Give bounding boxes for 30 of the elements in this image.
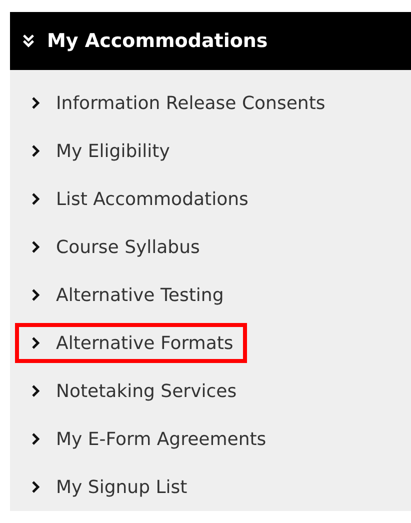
menu-item[interactable]: Alternative Formats [15,323,248,363]
chevron-icon [31,192,41,206]
menu-item-label: My E-Form Agreements [56,428,266,450]
chevron-icon [31,432,41,446]
chevron-icon [31,288,41,302]
menu-item-label: Course Syllabus [56,236,200,258]
menu-item-label: My Signup List [56,476,188,498]
menu-item[interactable]: My Signup List [15,467,202,507]
panel-header[interactable]: My Accommodations [10,12,411,70]
menu-item[interactable]: My Eligibility [15,131,184,171]
chevron-icon [31,240,41,254]
chevron-icon [31,336,41,350]
menu-item-label: My Eligibility [56,140,170,162]
chevron-icon [31,144,41,158]
menu-item[interactable]: Alternative Testing [15,275,238,315]
panel-title: My Accommodations [47,30,268,52]
menu-item-label: Information Release Consents [56,92,326,114]
menu-item-label: List Accommodations [56,188,248,210]
menu-item[interactable]: Notetaking Services [15,371,251,411]
menu-item[interactable]: Course Syllabus [15,227,214,267]
collapse-icon [22,33,35,49]
menu-item[interactable]: List Accommodations [15,179,262,219]
menu-item-label: Alternative Testing [56,284,224,306]
menu-item[interactable]: My E-Form Agreements [15,419,280,459]
chevron-icon [31,384,41,398]
chevron-icon [31,480,41,494]
menu-item-label: Alternative Formats [56,332,234,354]
menu-item-label: Notetaking Services [56,380,237,402]
chevron-icon [31,96,41,110]
menu-item[interactable]: Information Release Consents [15,83,340,123]
